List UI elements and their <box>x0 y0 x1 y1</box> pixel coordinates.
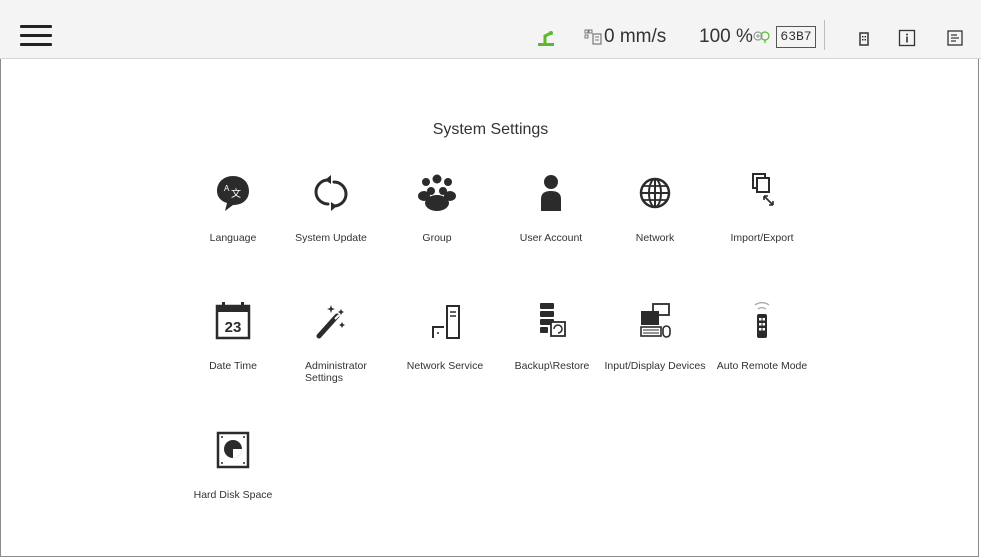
controller-code-badge: 63B7 <box>776 26 816 48</box>
tile-label: Group <box>422 232 452 244</box>
speed-icon <box>584 29 602 45</box>
calendar-icon: 23 <box>215 302 251 340</box>
menu-icon[interactable] <box>20 25 52 47</box>
robot-status-icon <box>538 31 554 46</box>
tile-user-account[interactable]: User Account <box>496 171 606 251</box>
tile-language[interactable]: A 文 Language <box>178 171 288 251</box>
import-export-icon <box>752 173 774 206</box>
network-service-icon <box>432 305 460 339</box>
tile-label: Input/Display Devices <box>604 360 706 372</box>
calendar-day: 23 <box>225 319 242 336</box>
svg-text:A: A <box>224 184 230 193</box>
controller-icon[interactable] <box>854 28 874 48</box>
speed-readout: 0 mm/s <box>604 26 667 47</box>
svg-text:文: 文 <box>231 187 241 200</box>
override-percent: 100 % <box>699 26 753 47</box>
group-icon <box>418 174 456 211</box>
tile-hard-disk-space[interactable]: Hard Disk Space <box>178 428 288 508</box>
tile-label: Network <box>635 232 675 244</box>
top-bar: 0 mm/s 100 % 63B7 <box>0 0 981 59</box>
tile-label: User Account <box>519 232 583 244</box>
log-icon[interactable] <box>945 28 965 48</box>
tile-label: Network Service <box>406 360 484 372</box>
backup-restore-icon <box>540 303 566 337</box>
tile-label: Import/Export <box>730 232 794 244</box>
tile-network[interactable]: Network <box>600 171 710 251</box>
override-icon <box>753 31 770 43</box>
language-icon: A 文 <box>217 176 249 211</box>
magic-wand-icon <box>316 305 345 339</box>
tile-label: Backup\Restore <box>514 360 590 372</box>
tile-administrator-settings[interactable]: Administrator Settings <box>276 300 386 390</box>
window-frame <box>0 0 979 557</box>
computer-devices-icon <box>640 303 671 338</box>
system-update-icon <box>314 175 348 211</box>
tile-input-display-devices[interactable]: Input/Display Devices <box>600 300 710 380</box>
page-title: System Settings <box>432 121 549 138</box>
tile-group[interactable]: Group <box>382 171 492 251</box>
tile-label: Auto Remote Mode <box>716 360 808 372</box>
hard-disk-icon <box>216 431 250 469</box>
tile-system-update[interactable]: System Update <box>276 171 386 251</box>
tile-network-service[interactable]: Network Service <box>390 300 500 380</box>
tile-label: System Update <box>295 232 367 244</box>
toolbar-divider <box>824 20 825 50</box>
tile-import-export[interactable]: Import/Export <box>707 171 817 251</box>
user-account-icon <box>541 175 561 211</box>
tile-label: Date Time <box>209 360 257 372</box>
tile-auto-remote-mode[interactable]: Auto Remote Mode <box>707 300 817 380</box>
remote-control-icon <box>754 302 770 338</box>
tile-backup-restore[interactable]: Backup\Restore <box>497 300 607 380</box>
tile-label: Administrator Settings <box>305 360 367 384</box>
tile-date-time[interactable]: 23 Date Time <box>178 300 288 380</box>
network-globe-icon <box>639 177 671 209</box>
tile-label: Hard Disk Space <box>193 489 273 501</box>
tile-label: Language <box>209 232 257 244</box>
info-icon[interactable] <box>897 28 917 48</box>
